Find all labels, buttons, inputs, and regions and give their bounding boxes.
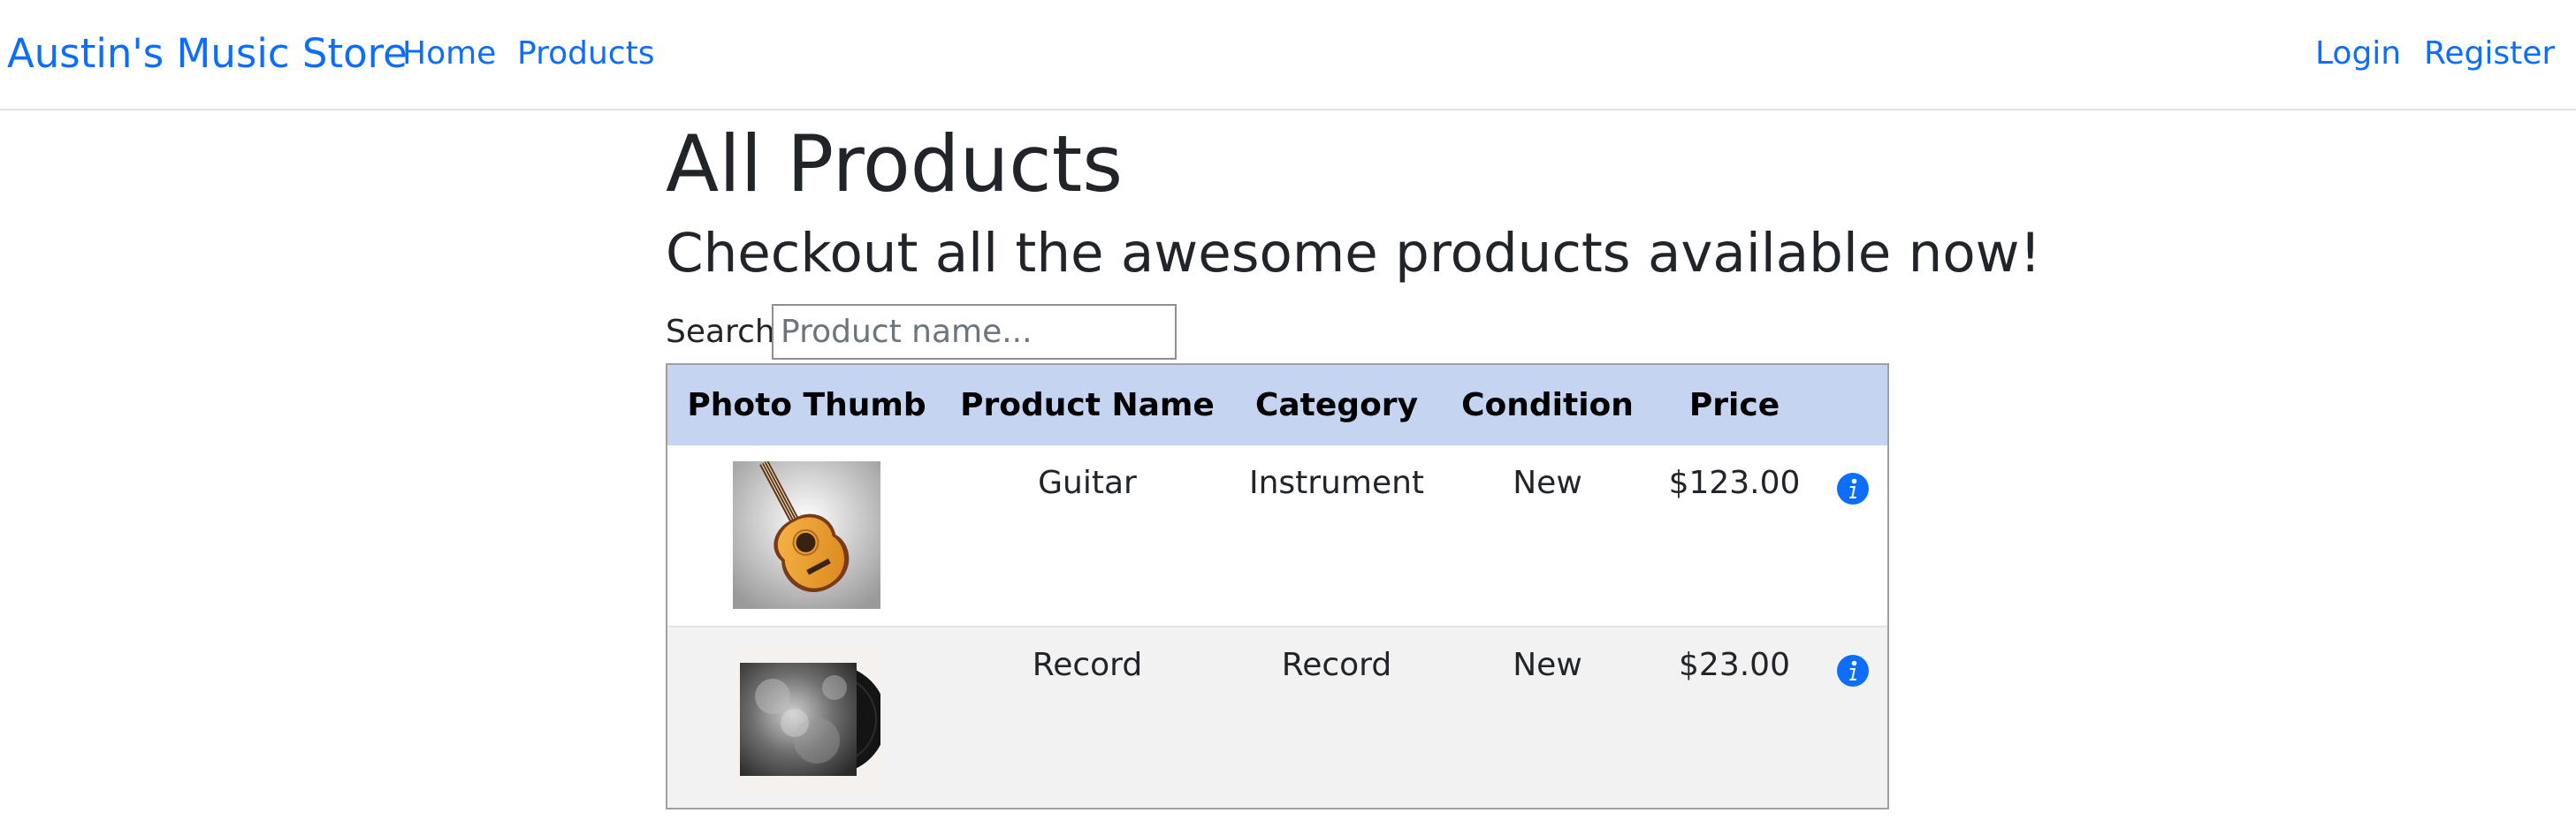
product-name-cell: Record xyxy=(946,626,1229,808)
price-cell: $23.00 xyxy=(1650,626,1818,808)
header-product-name: Product Name xyxy=(960,387,1215,423)
condition-cell: New xyxy=(1444,626,1650,808)
header-condition: Condition xyxy=(1461,387,1634,423)
guitar-photo[interactable] xyxy=(733,461,880,609)
record-photo[interactable] xyxy=(733,643,880,791)
action-cell xyxy=(1818,445,1887,627)
header-price: Price xyxy=(1688,387,1780,423)
table-header-row: Photo Thumb Product Name Category Condit… xyxy=(667,365,1887,445)
search-input[interactable] xyxy=(772,304,1177,360)
header-actions xyxy=(1818,365,1887,445)
register-link[interactable]: Register xyxy=(2424,35,2555,72)
product-name-cell: Guitar xyxy=(1038,465,1137,501)
photo-cell xyxy=(667,626,946,808)
page-subtitle: Checkout all the awesome products availa… xyxy=(666,222,2042,285)
action-cell xyxy=(1818,626,1887,808)
login-link[interactable]: Login xyxy=(2315,35,2401,72)
price-cell: $123.00 xyxy=(1668,465,1801,501)
table-row: Record Record New $23.00 xyxy=(667,626,1887,808)
category-cell: Record xyxy=(1229,626,1444,808)
nav-home-link[interactable]: Home xyxy=(402,35,496,72)
products-table-container: Photo Thumb Product Name Category Condit… xyxy=(666,363,1889,809)
info-icon[interactable] xyxy=(1836,654,1870,688)
brand-link[interactable]: Austin's Music Store xyxy=(7,30,408,77)
info-icon[interactable] xyxy=(1836,472,1870,505)
table-row: Guitar Instrument New $123.00 xyxy=(667,445,1887,627)
page-title: All Products xyxy=(666,118,1124,209)
nav-products-link[interactable]: Products xyxy=(517,35,654,72)
products-table: Photo Thumb Product Name Category Condit… xyxy=(667,365,1887,808)
top-navbar: Austin's Music Store Home Products Login… xyxy=(0,0,2576,110)
search-label: Search: xyxy=(666,314,786,350)
header-category: Category xyxy=(1254,387,1419,423)
header-photo-thumb: Photo Thumb xyxy=(687,387,926,423)
condition-cell: New xyxy=(1513,465,1582,501)
photo-cell xyxy=(667,445,946,627)
category-cell: Instrument xyxy=(1248,465,1425,501)
